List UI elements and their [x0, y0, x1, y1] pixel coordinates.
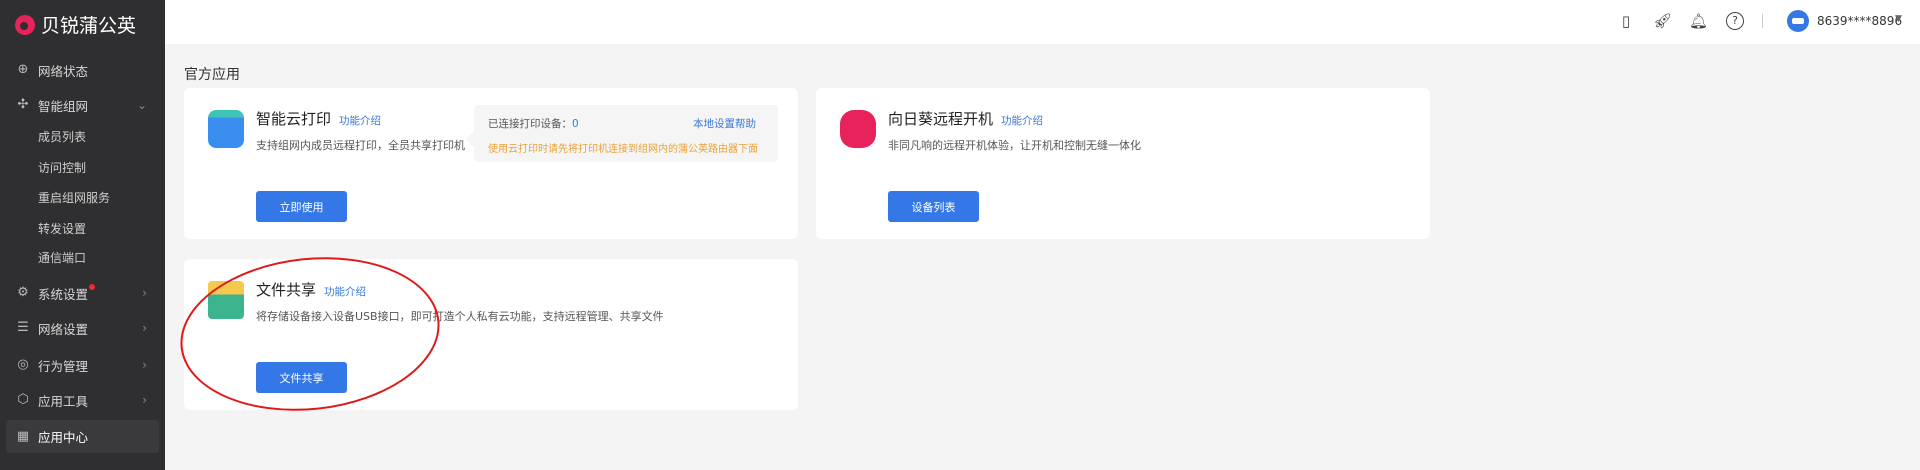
- sidebar-item-smart-network[interactable]: ✣ 智能组网 ⌄: [0, 90, 165, 120]
- avatar[interactable]: [1787, 10, 1809, 32]
- card-title: 向日葵远程开机: [888, 110, 994, 128]
- nav-label: 网络设置: [38, 321, 89, 337]
- chevron-right-icon: ›: [142, 321, 147, 335]
- sidebar-item-ports[interactable]: 通信端口: [0, 242, 165, 272]
- card-title: 文件共享: [256, 281, 317, 299]
- nav-label: 应用工具: [38, 393, 89, 409]
- use-now-button[interactable]: 立即使用: [256, 191, 347, 222]
- globe-icon: ⊕: [17, 62, 29, 77]
- username[interactable]: 8639****8896: [1817, 14, 1902, 28]
- network-icon: ✣: [17, 97, 29, 112]
- card-description: 支持组网内成员远程打印，全员共享打印机: [256, 139, 465, 152]
- header-divider: [1762, 14, 1763, 28]
- section-title: 官方应用: [184, 67, 240, 83]
- sidebar-item-behavior[interactable]: ◎ 行为管理 ›: [0, 350, 165, 380]
- sidebar-item-network-settings[interactable]: ☰ 网络设置 ›: [0, 313, 165, 343]
- device-list-button[interactable]: 设备列表: [888, 191, 979, 222]
- connected-count: 0: [572, 118, 579, 130]
- print-warning: 使用云打印时请先将打印机连接到组网内的蒲公英路由器下面: [488, 144, 758, 155]
- chevron-down-icon: ⌄: [136, 98, 147, 112]
- nav-label: 应用中心: [38, 430, 89, 445]
- app-card-file-share: 文件共享 功能介绍 将存储设备接入设备USB接口，即可打造个人私有云功能，支持远程…: [184, 259, 798, 410]
- apps-icon: ▦: [16, 428, 30, 444]
- folder-icon: [208, 281, 244, 319]
- printer-icon: [208, 110, 244, 148]
- logo-icon: [15, 14, 35, 35]
- sidebar-item-forwarding[interactable]: 转发设置: [0, 213, 165, 243]
- notification-dot: [89, 284, 95, 290]
- local-setup-help-link[interactable]: 本地设置帮助: [693, 116, 756, 131]
- chevron-right-icon: ›: [142, 393, 147, 407]
- chevron-right-icon: ›: [142, 286, 147, 300]
- nav-label: 行为管理: [38, 358, 89, 374]
- nav-label: 访问控制: [38, 160, 87, 175]
- sunlogin-icon: [840, 110, 876, 148]
- rocket-icon[interactable]: 🚀︎: [1653, 12, 1672, 30]
- sidebar-item-access-control[interactable]: 访问控制: [0, 152, 165, 182]
- feature-intro-link[interactable]: 功能介绍: [324, 284, 366, 299]
- feature-intro-link[interactable]: 功能介绍: [1001, 113, 1043, 128]
- card-description: 将存储设备接入设备USB接口，即可打造个人私有云功能，支持远程管理、共享文件: [256, 310, 664, 323]
- brand-logo[interactable]: 贝锐蒲公英: [15, 11, 136, 38]
- card-description: 非同凡响的远程开机体验，让开机和控制无缝一体化: [888, 139, 1141, 152]
- file-share-button[interactable]: 文件共享: [256, 362, 347, 393]
- help-icon[interactable]: ?: [1726, 12, 1744, 30]
- sidebar-item-system-settings[interactable]: ⚙ 系统设置 ›: [0, 278, 165, 308]
- sidebar-item-network-status[interactable]: ⊕ 网络状态: [0, 55, 165, 85]
- nav-label: 系统设置: [38, 286, 89, 302]
- bell-icon[interactable]: 🔔︎: [1689, 12, 1708, 30]
- gear-icon: ⚙: [17, 285, 29, 300]
- brand-name: 贝锐蒲公英: [41, 15, 137, 37]
- sidebar: 贝锐蒲公英 ⊕ 网络状态 ✣ 智能组网 ⌄ 成员列表 访问控制 重启组网服务 转发设置…: [0, 0, 165, 470]
- app-card-cloud-print: 智能云打印 功能介绍 支持组网内成员远程打印，全员共享打印机 已连接打印设备：0 …: [184, 88, 798, 239]
- caret-down-icon[interactable]: ▼: [1895, 14, 1902, 24]
- phone-icon[interactable]: ▯: [1617, 12, 1635, 30]
- nav-label: 智能组网: [38, 98, 89, 114]
- app-card-sunlogin: 向日葵远程开机 功能介绍 非同凡响的远程开机体验，让开机和控制无缝一体化 设备列表: [816, 88, 1430, 239]
- sidebar-item-members[interactable]: 成员列表: [0, 121, 165, 151]
- nav-label: 通信端口: [38, 250, 87, 265]
- feature-intro-link[interactable]: 功能介绍: [339, 113, 381, 128]
- nav-label: 网络状态: [38, 63, 89, 79]
- connected-devices: 已连接打印设备：0: [488, 116, 579, 131]
- nav-label: 重启组网服务: [38, 190, 111, 205]
- sidebar-item-restart-service[interactable]: 重启组网服务: [0, 182, 165, 212]
- chevron-right-icon: ›: [142, 358, 147, 372]
- nav-label: 转发设置: [38, 221, 87, 236]
- sidebar-item-app-center[interactable]: ▦ 应用中心: [6, 420, 159, 453]
- tools-icon: ⬡: [17, 392, 29, 407]
- behavior-icon: ◎: [17, 357, 29, 372]
- sidebar-item-tools[interactable]: ⬡ 应用工具 ›: [0, 385, 165, 415]
- connected-label: 已连接打印设备：: [488, 118, 572, 130]
- sliders-icon: ☰: [17, 320, 29, 335]
- print-tip-box: 已连接打印设备：0 本地设置帮助 使用云打印时请先将打印机连接到组网内的蒲公英路…: [466, 105, 778, 162]
- nav-label: 成员列表: [38, 129, 87, 144]
- card-title: 智能云打印: [256, 110, 332, 128]
